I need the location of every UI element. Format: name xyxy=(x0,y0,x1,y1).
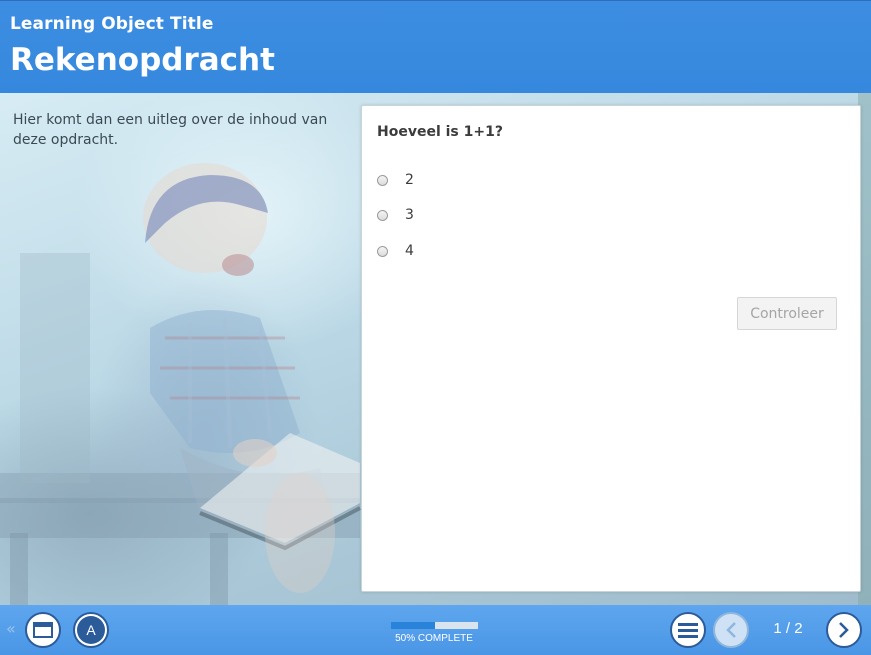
answer-option-label: 2 xyxy=(405,172,414,188)
answer-option[interactable]: 3 xyxy=(377,205,414,225)
answer-option-label: 3 xyxy=(405,207,414,223)
menu-icon xyxy=(678,623,698,638)
chevron-left-icon xyxy=(726,622,736,638)
progress-bar xyxy=(391,622,478,629)
window-icon xyxy=(33,622,53,638)
next-button[interactable] xyxy=(826,612,862,648)
accessibility-button[interactable]: A xyxy=(73,612,109,648)
radio-button[interactable] xyxy=(377,209,388,221)
radio-button[interactable] xyxy=(377,245,388,257)
window-button[interactable] xyxy=(25,612,61,648)
page-title: Rekenopdracht xyxy=(10,42,275,78)
page-counter: 1 / 2 xyxy=(773,620,803,637)
content-area: Hier komt dan een uitleg over de inhoud … xyxy=(0,93,871,605)
question-card: Hoeveel is 1+1? 2 3 4 Controleer xyxy=(361,105,861,592)
avatar: A xyxy=(77,616,105,644)
check-button[interactable]: Controleer xyxy=(737,297,837,330)
answer-option[interactable]: 2 xyxy=(377,170,414,190)
previous-button[interactable] xyxy=(713,612,749,648)
progress-fill xyxy=(391,622,435,629)
question-text: Hoeveel is 1+1? xyxy=(377,124,503,140)
radio-button[interactable] xyxy=(377,174,388,186)
learning-object-title: Learning Object Title xyxy=(10,14,214,34)
menu-button[interactable] xyxy=(670,612,706,648)
accessibility-letter: A xyxy=(86,622,96,638)
header-bar: Learning Object Title Rekenopdracht xyxy=(0,0,871,93)
assignment-description: Hier komt dan een uitleg over de inhoud … xyxy=(13,112,328,148)
navigation-bar: « A 50% COMPLETE 1 / 2 xyxy=(0,605,871,655)
progress-label: 50% COMPLETE xyxy=(395,633,473,644)
answer-option-label: 4 xyxy=(405,243,414,259)
chevron-right-icon xyxy=(839,622,849,638)
double-chevron-left-icon[interactable]: « xyxy=(6,619,16,638)
answer-option[interactable]: 4 xyxy=(377,241,414,261)
